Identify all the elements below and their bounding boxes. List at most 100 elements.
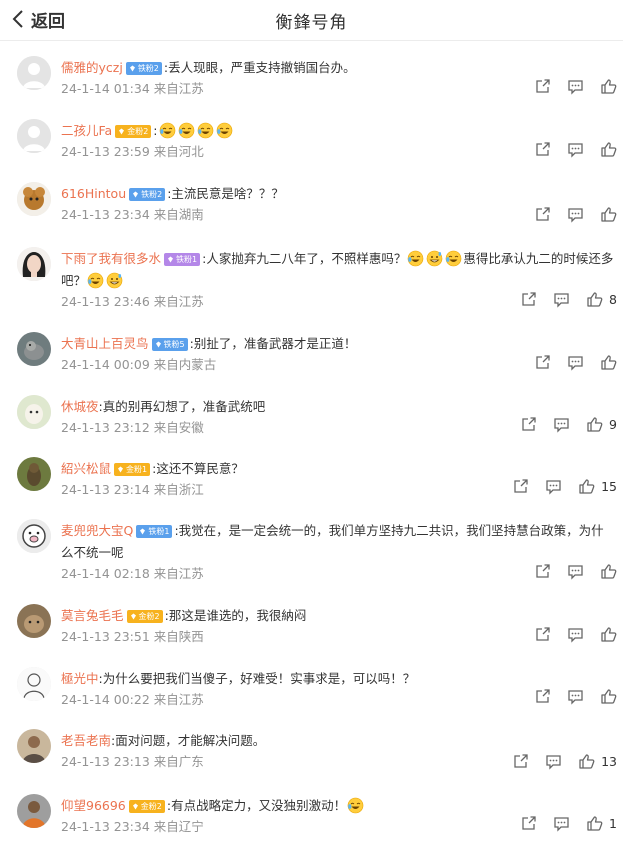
reply-button[interactable]	[553, 416, 570, 433]
avatar[interactable]	[17, 794, 51, 828]
username-link[interactable]: 下雨了我有很多水	[61, 251, 161, 266]
reply-button[interactable]	[567, 563, 584, 580]
like-count: 9	[609, 417, 617, 432]
diamond-icon	[129, 63, 136, 72]
comment-location: 来自江苏	[153, 81, 204, 96]
avatar[interactable]	[17, 247, 51, 281]
like-count: 15	[601, 479, 617, 494]
fan-badge-label: 金粉1	[126, 465, 148, 474]
avatar[interactable]	[17, 457, 51, 491]
comment-location: 来自内蒙古	[153, 357, 217, 372]
share-button[interactable]	[534, 141, 551, 158]
like-button[interactable]	[600, 354, 617, 371]
like-button[interactable]: 8	[586, 291, 617, 308]
comment-icon	[568, 690, 583, 705]
share-button[interactable]	[534, 354, 551, 371]
username-link[interactable]: 休城夜	[61, 399, 99, 414]
fan-badge: 金粉2	[126, 610, 163, 623]
like-button[interactable]	[600, 626, 617, 643]
share-icon	[536, 627, 550, 641]
reply-button[interactable]	[567, 78, 584, 95]
comment-actions	[518, 141, 617, 158]
like-count: 8	[609, 292, 617, 307]
username-link[interactable]: 二孩儿Fa	[61, 123, 112, 138]
default-avatar	[17, 119, 51, 153]
share-button[interactable]	[520, 291, 537, 308]
comment-icon	[568, 628, 583, 643]
share-button[interactable]	[520, 416, 537, 433]
reply-button[interactable]	[545, 753, 562, 770]
avatar[interactable]	[17, 519, 51, 553]
comment-text-line: 莫言兔毛毛 金粉2:那这是谁选的，我很納闷	[61, 605, 615, 627]
share-icon	[536, 355, 550, 369]
thumbs-up-icon	[601, 207, 617, 222]
thumbs-up-icon	[601, 564, 617, 579]
comment-text: :有点战略定力，又没独别激动！	[166, 798, 347, 813]
like-count: 1	[609, 816, 617, 831]
share-button[interactable]	[534, 78, 551, 95]
share-button[interactable]	[512, 478, 529, 495]
username-link[interactable]: 極光中	[61, 671, 99, 686]
share-button[interactable]	[534, 688, 551, 705]
comment-text-line: 大青山上百灵鸟 铁粉5:别扯了，准备武器才是正道！	[61, 333, 615, 355]
like-button[interactable]: 9	[586, 416, 617, 433]
thumbs-up-icon	[601, 689, 617, 704]
comment-time: 24-1-13 23:12	[61, 420, 150, 435]
reply-button[interactable]	[567, 141, 584, 158]
share-button[interactable]	[512, 753, 529, 770]
like-button[interactable]	[600, 78, 617, 95]
like-button[interactable]: 13	[578, 753, 617, 770]
laughing-tears-emoji	[216, 122, 233, 139]
reply-button[interactable]	[567, 354, 584, 371]
like-count: 13	[601, 754, 617, 769]
comment-item: 仰望96696 金粉2:有点战略定力，又没独别激动！ 24-1-13 23:34 来…	[0, 780, 623, 842]
comment-text-line: 下雨了我有很多水 铁粉1:人家抛弃九二八年了，不照样惠吗？ 惠得比承认九二的时候还多…	[61, 248, 615, 292]
thumbs-up-icon	[601, 355, 617, 370]
reply-button[interactable]	[553, 291, 570, 308]
fan-badge: 铁粉1	[164, 253, 201, 266]
username-link[interactable]: 儒雅的yczj	[61, 60, 123, 75]
comment-text: :丢人现眼，严重支持撤销国台办。	[163, 60, 356, 75]
comment-time: 24-1-13 23:34	[61, 819, 150, 834]
like-button[interactable]: 1	[586, 815, 617, 832]
man-avatar	[17, 729, 51, 763]
reply-button[interactable]	[567, 206, 584, 223]
share-button[interactable]	[534, 206, 551, 223]
avatar[interactable]	[17, 395, 51, 429]
avatar[interactable]	[17, 667, 51, 701]
username-link[interactable]: 老吾老南	[61, 733, 111, 748]
share-icon	[514, 754, 528, 768]
comment-actions: 13	[496, 753, 617, 770]
avatar[interactable]	[17, 182, 51, 216]
username-link[interactable]: 莫言兔毛毛	[61, 608, 124, 623]
like-button[interactable]: 15	[578, 478, 617, 495]
reply-button[interactable]	[567, 688, 584, 705]
like-button[interactable]	[600, 141, 617, 158]
reply-button[interactable]	[553, 815, 570, 832]
like-button[interactable]	[600, 206, 617, 223]
reply-button[interactable]	[545, 478, 562, 495]
fan-badge-label: 铁粉1	[176, 255, 198, 264]
avatar[interactable]	[17, 729, 51, 763]
page-title: 衡鋒号角	[275, 13, 348, 33]
username-link[interactable]: 麦兜兜大宝Q	[61, 523, 133, 538]
avatar[interactable]	[17, 332, 51, 366]
share-button[interactable]	[534, 626, 551, 643]
share-button[interactable]	[520, 815, 537, 832]
reply-button[interactable]	[567, 626, 584, 643]
avatar[interactable]	[17, 56, 51, 90]
username-link[interactable]: 大青山上百灵鸟	[61, 336, 149, 351]
comment-time: 24-1-14 00:22	[61, 692, 150, 707]
like-button[interactable]	[600, 688, 617, 705]
avatar[interactable]	[17, 604, 51, 638]
username-link[interactable]: 紹兴松鼠	[61, 461, 111, 476]
username-link[interactable]: 仰望96696	[61, 798, 126, 813]
comment-item: 大青山上百灵鸟 铁粉5:别扯了，准备武器才是正道！ 24-1-14 00:09 来自…	[0, 318, 623, 381]
comment-text-line: 麦兜兜大宝Q 铁粉1:我觉在，是一定会统一的，我们单方坚持九二共识，我们坚持慧台政…	[61, 520, 615, 564]
comment-text: :那这是谁选的，我很納闷	[164, 608, 307, 623]
username-link[interactable]: 616Hintou	[61, 186, 126, 201]
avatar[interactable]	[17, 119, 51, 153]
comment-actions: 8	[504, 291, 617, 308]
share-button[interactable]	[534, 563, 551, 580]
like-button[interactable]	[600, 563, 617, 580]
